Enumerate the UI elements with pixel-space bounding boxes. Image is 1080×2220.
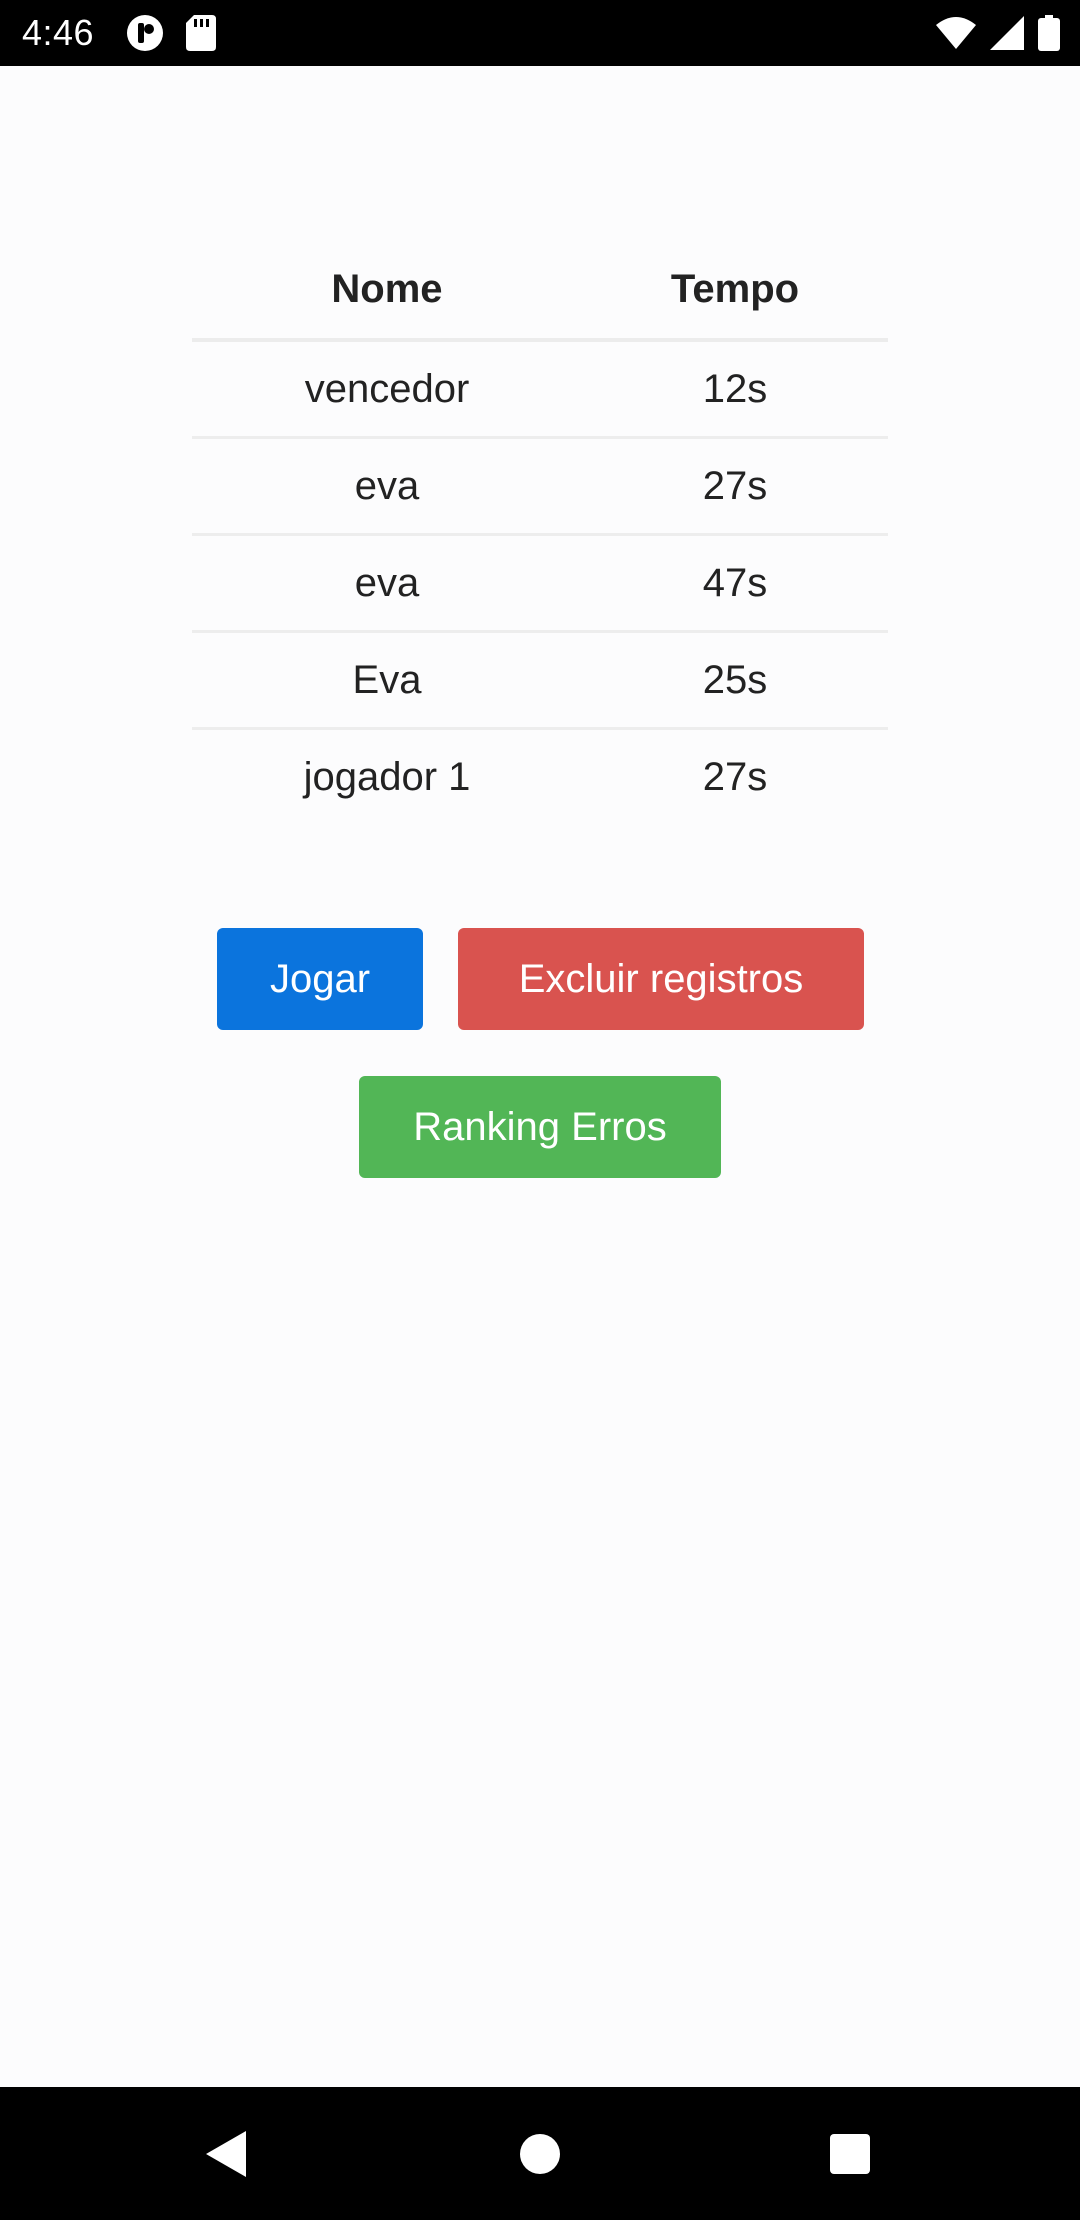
table-row: Eva 25s — [192, 630, 888, 729]
home-icon[interactable] — [480, 2087, 600, 2220]
sd-card-icon — [186, 15, 216, 51]
cell-nome: jogador 1 — [192, 727, 582, 824]
jogar-button[interactable]: Jogar — [217, 928, 423, 1030]
wifi-icon — [936, 17, 976, 49]
table-row: eva 47s — [192, 533, 888, 632]
navigation-bar — [0, 2087, 1080, 2220]
status-right-icons — [936, 14, 1060, 52]
status-left-icons — [126, 14, 216, 52]
cell-tempo: 47s — [582, 533, 888, 632]
table-row: vencedor 12s — [192, 340, 888, 438]
back-icon[interactable] — [166, 2087, 286, 2220]
cell-tempo: 25s — [582, 630, 888, 729]
table-row: eva 27s — [192, 436, 888, 535]
excluir-registros-button[interactable]: Excluir registros — [458, 928, 864, 1030]
table-header-row: Nome Tempo — [192, 240, 888, 342]
header-nome: Nome — [192, 240, 582, 342]
ranking-table: Nome Tempo vencedor 12s eva 27s eva 47s … — [192, 240, 888, 824]
ranking-erros-button[interactable]: Ranking Erros — [359, 1076, 721, 1178]
recents-icon[interactable] — [790, 2087, 910, 2220]
cell-signal-icon — [990, 16, 1024, 50]
cell-tempo: 12s — [702, 366, 768, 411]
cell-nome: vencedor — [304, 366, 470, 411]
header-tempo: Tempo — [582, 240, 888, 342]
status-bar: 4:46 — [0, 0, 1080, 66]
cell-tempo: 27s — [582, 436, 888, 535]
cell-tempo: 27s — [582, 727, 888, 824]
cell-nome: eva — [192, 533, 582, 632]
cell-nome: Eva — [192, 630, 582, 729]
battery-icon — [1038, 15, 1060, 51]
table-row: jogador 1 27s — [192, 727, 888, 824]
status-time: 4:46 — [22, 12, 95, 53]
notification-app-icon — [126, 14, 164, 52]
cell-nome: eva — [192, 436, 582, 535]
